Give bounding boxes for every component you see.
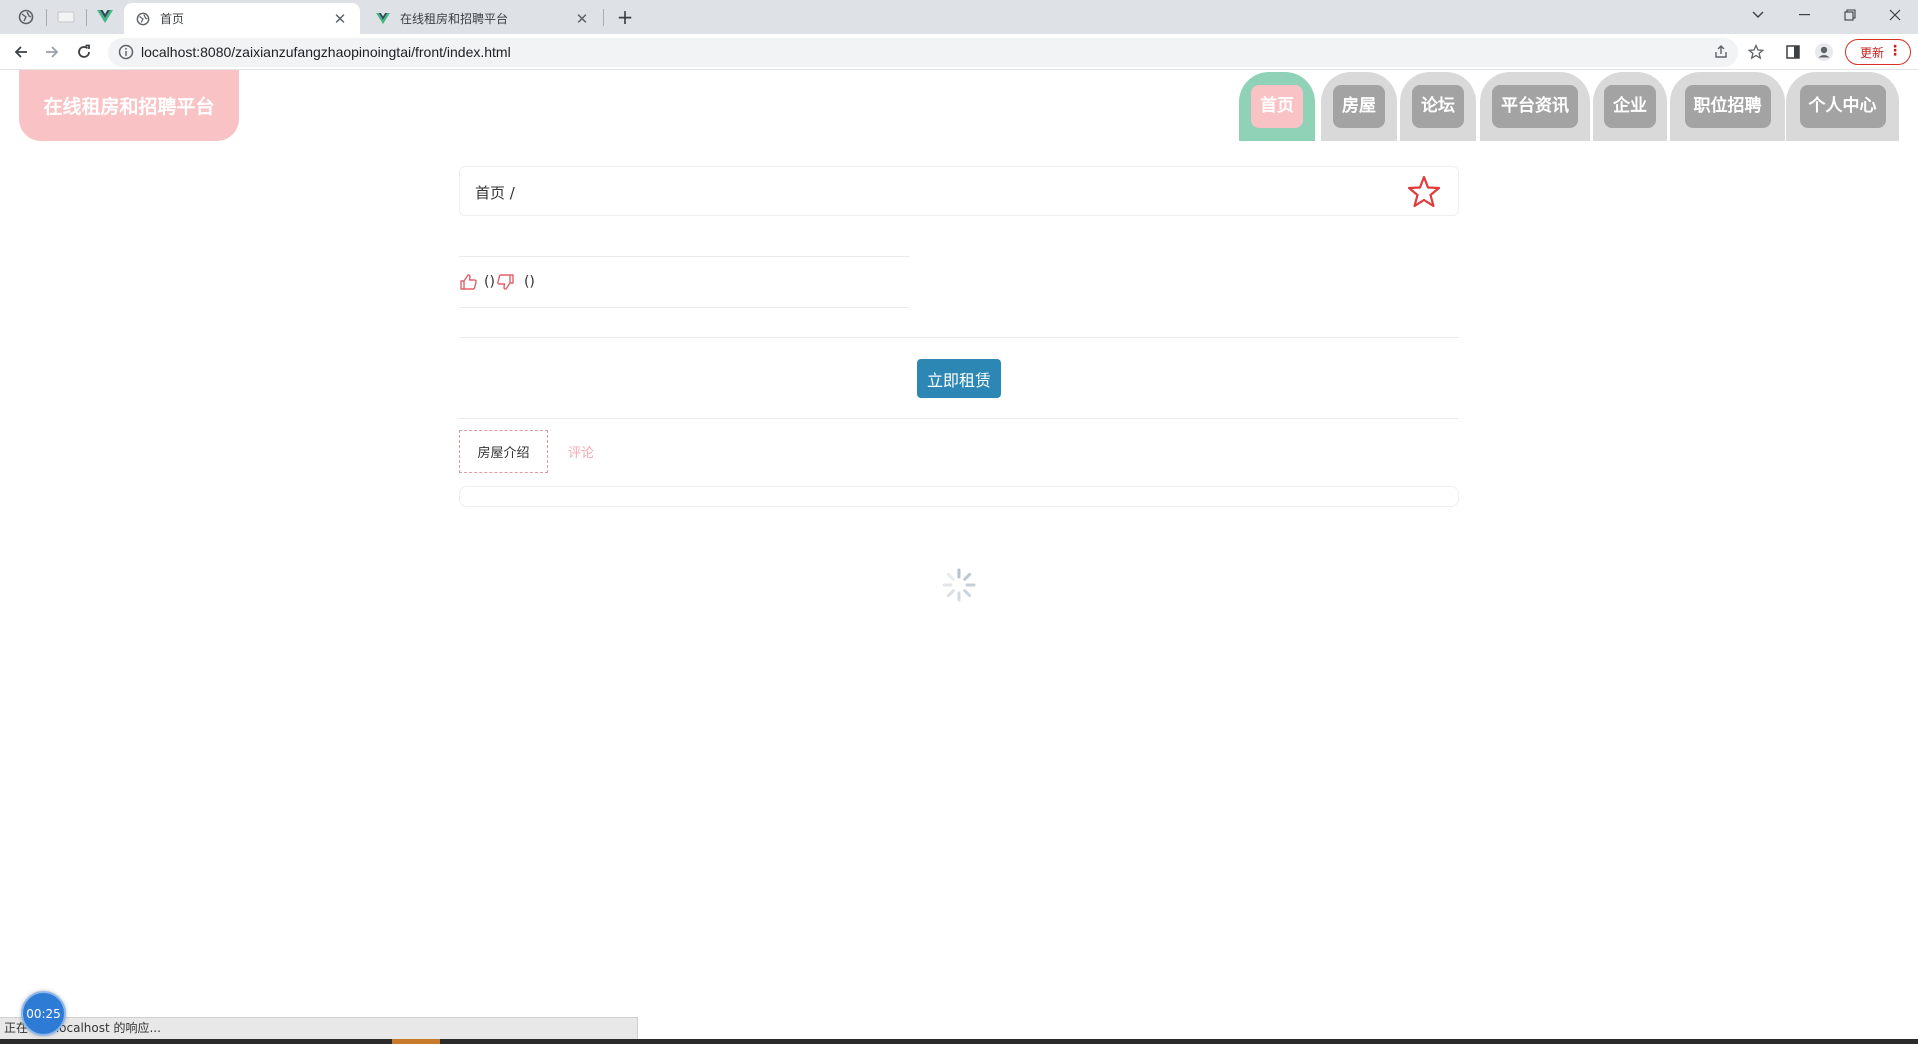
divider: [459, 307, 910, 308]
vue-logo-icon: [97, 10, 113, 23]
nav-label: 首页: [1251, 85, 1303, 128]
close-icon: [1889, 9, 1901, 21]
minimize-button[interactable]: [1781, 0, 1827, 30]
nav-home[interactable]: 首页: [1239, 72, 1315, 141]
browser-tab-strip: 首页 ✕ 在线租房和招聘平台 ✕ +: [0, 0, 1918, 34]
tab-separator: [46, 9, 47, 26]
tab-platform[interactable]: 在线租房和招聘平台 ✕: [364, 3, 602, 34]
tab-title: 在线租房和招聘平台: [400, 12, 509, 26]
back-button[interactable]: [8, 39, 34, 65]
dislike-count: (): [523, 274, 535, 290]
nav-houses[interactable]: 房屋: [1321, 72, 1397, 141]
house-intro-content: [459, 486, 1459, 507]
chevron-down-icon: [1752, 11, 1764, 18]
nav-label: 房屋: [1333, 85, 1385, 128]
side-panel-icon: [1786, 45, 1800, 59]
loading-spinner-icon: [942, 568, 976, 602]
browser-toolbar: localhost:8080/zaixianzufangzhaopinoingt…: [0, 34, 1918, 70]
nav-companies[interactable]: 企业: [1593, 72, 1667, 141]
tab-separator: [603, 9, 604, 26]
nav-label: 企业: [1604, 85, 1656, 128]
divider: [459, 418, 1459, 419]
nav-job-recruitment[interactable]: 职位招聘: [1670, 72, 1785, 141]
globe-icon: [136, 12, 150, 25]
nav-label: 职位招聘: [1684, 85, 1771, 128]
tab-close-icon[interactable]: ✕: [574, 11, 590, 27]
vote-row: () (): [459, 270, 535, 294]
reload-button[interactable]: [71, 39, 97, 65]
update-label: 更新: [1860, 45, 1885, 60]
nav-label: 平台资讯: [1492, 85, 1578, 128]
arrow-left-icon: [14, 46, 27, 58]
profile-button[interactable]: [1813, 41, 1835, 63]
share-icon: [1715, 45, 1727, 58]
restore-button[interactable]: [1827, 0, 1873, 30]
breadcrumb-text[interactable]: 首页 /: [475, 182, 515, 203]
taskbar-accent: [392, 1039, 440, 1044]
address-bar[interactable]: localhost:8080/zaixianzufangzhaopinoingt…: [108, 38, 1738, 67]
tab-house-intro[interactable]: 房屋介绍: [459, 430, 548, 473]
like-count: (): [484, 274, 495, 290]
breadcrumb: 首页 /: [459, 166, 1459, 216]
info-icon[interactable]: [118, 44, 134, 60]
tab-separator: [86, 9, 87, 26]
forward-button[interactable]: [39, 39, 65, 65]
new-tab-button[interactable]: +: [613, 5, 637, 29]
browser-status-bar: 正在等待 localhost 的响应...: [0, 1017, 638, 1039]
close-window-button[interactable]: [1872, 0, 1918, 30]
site-logo[interactable]: 在线租房和招聘平台: [19, 70, 239, 141]
side-panel-button[interactable]: [1782, 41, 1804, 63]
nav-forum[interactable]: 论坛: [1400, 72, 1476, 141]
favorite-star-icon[interactable]: [1406, 174, 1442, 210]
tab-search-button[interactable]: [1735, 0, 1781, 30]
globe-icon: [18, 9, 34, 25]
tab-title: 首页: [160, 12, 185, 26]
reload-icon: [78, 44, 90, 58]
nav-personal-center[interactable]: 个人中心: [1786, 72, 1899, 141]
nav-platform-news[interactable]: 平台资讯: [1480, 72, 1590, 141]
tab-home[interactable]: 首页 ✕: [124, 3, 360, 34]
tab-close-icon[interactable]: ✕: [332, 11, 348, 27]
restore-icon: [1844, 9, 1856, 21]
nav-label: 论坛: [1412, 85, 1464, 128]
thumbs-down-icon: [497, 274, 514, 290]
nav-label: 个人中心: [1799, 85, 1886, 128]
star-outline-icon: [1748, 44, 1764, 60]
taskbar-edge: [0, 1039, 1918, 1044]
recording-timer-badge[interactable]: 00:25: [21, 991, 66, 1036]
more-menu-icon: ⋮: [1888, 43, 1902, 59]
bookmark-button[interactable]: [1745, 41, 1767, 63]
divider: [459, 337, 1459, 338]
tab-comments[interactable]: 评论: [568, 430, 594, 473]
vue-logo-icon: [376, 12, 390, 24]
pinned-tab-globe[interactable]: [9, 4, 43, 30]
arrow-right-icon: [46, 46, 59, 58]
share-button[interactable]: [1712, 43, 1730, 61]
blank-page-icon: [57, 11, 75, 23]
pinned-tab-vue[interactable]: [88, 4, 122, 30]
profile-avatar-icon: [1815, 43, 1833, 61]
rent-now-button[interactable]: 立即租赁: [917, 359, 1001, 398]
pinned-tab-blank[interactable]: [49, 4, 83, 30]
like-button[interactable]: [459, 272, 479, 292]
url-text[interactable]: localhost:8080/zaixianzufangzhaopinoingt…: [141, 44, 511, 60]
thumbs-up-icon: [460, 274, 477, 290]
divider: [459, 256, 910, 257]
minimize-icon: [1798, 14, 1810, 16]
update-button[interactable]: 更新 ⋮: [1845, 39, 1911, 65]
dislike-button[interactable]: [495, 272, 515, 292]
